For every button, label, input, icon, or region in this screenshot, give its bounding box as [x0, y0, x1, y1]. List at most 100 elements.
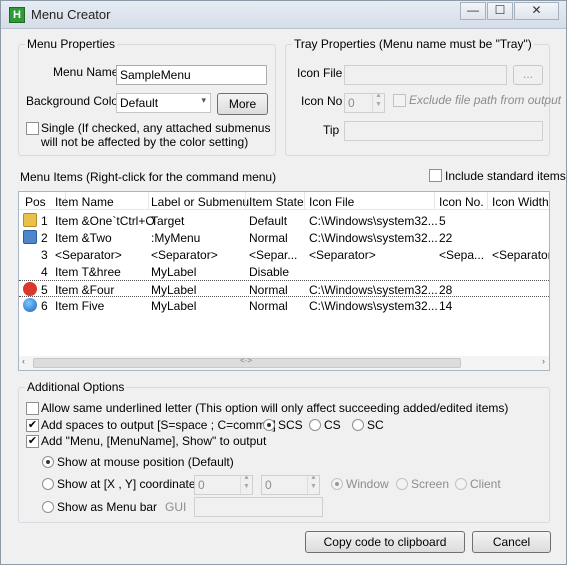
row-pos: 3: [41, 248, 48, 262]
column-pos[interactable]: Pos: [25, 195, 46, 209]
radio-screen[interactable]: [396, 478, 408, 490]
row-file: C:\Windows\system32...: [309, 214, 438, 228]
scroll-grip: <·>: [240, 356, 253, 365]
window-title: Menu Creator: [31, 7, 111, 22]
radio-show-xy[interactable]: [42, 478, 54, 490]
column-icon-file[interactable]: Icon File: [309, 195, 354, 209]
tip-input[interactable]: [344, 121, 543, 141]
spin-down-icon[interactable]: ▼: [375, 101, 382, 108]
icon-no-stepper[interactable]: 0 ▲ ▼: [344, 93, 385, 113]
row-pos: 5: [41, 283, 48, 297]
column-item-name[interactable]: Item Name: [55, 195, 114, 209]
show-xy-label: Show at [X , Y] coordinates: [57, 477, 202, 491]
additional-options-title: Additional Options: [25, 380, 127, 394]
row-name: Item &Four: [55, 283, 115, 297]
table-row[interactable]: 6 Item Five MyLabel Normal C:\Windows\sy…: [19, 297, 549, 314]
gui-input[interactable]: [194, 497, 323, 517]
row-state: Normal: [249, 283, 288, 297]
minimize-button[interactable]: —: [460, 2, 486, 20]
row-label: MyLabel: [151, 265, 197, 279]
add-spaces-checkbox[interactable]: ✔: [26, 419, 39, 432]
x-coordinate-stepper[interactable]: 0 ▲ ▼: [194, 475, 253, 495]
cancel-button[interactable]: Cancel: [472, 531, 551, 553]
radio-sc[interactable]: [352, 419, 364, 431]
row-icon-no: 5: [439, 214, 446, 228]
background-color-value: Default: [120, 96, 159, 110]
radio-client[interactable]: [455, 478, 467, 490]
horizontal-scrollbar[interactable]: ‹ <·> ›: [19, 356, 549, 370]
exclude-path-label: Exclude file path from output: [409, 93, 562, 107]
radio-show-mouse[interactable]: [42, 456, 54, 468]
background-color-label: Background Color: [26, 94, 123, 108]
radio-cs-label: CS: [324, 418, 341, 432]
table-row-selected[interactable]: 5 Item &Four MyLabel Normal C:\Windows\s…: [19, 280, 549, 297]
menu-name-input[interactable]: SampleMenu: [116, 65, 267, 85]
folder-icon: [23, 213, 37, 227]
allow-same-underlined-checkbox[interactable]: [26, 402, 39, 415]
column-icon-width[interactable]: Icon Width: [492, 195, 549, 209]
radio-cs[interactable]: [309, 419, 321, 431]
row-name: <Separator>: [55, 248, 122, 262]
spin-up-icon[interactable]: ▲: [375, 94, 382, 99]
menu-creator-window: H Menu Creator — ☐ ✕ Menu Properties Men…: [0, 0, 567, 565]
spin-down-icon[interactable]: ▼: [243, 483, 250, 490]
table-row[interactable]: 3 <Separator> <Separator> <Separ... <Sep…: [19, 246, 549, 263]
row-icon-no: 22: [439, 231, 453, 245]
scroll-thumb[interactable]: <·>: [33, 356, 461, 368]
table-row[interactable]: 2 Item &Two :MyMenu Normal C:\Windows\sy…: [19, 229, 549, 246]
row-icon-no: 28: [439, 283, 453, 297]
power-icon: [23, 282, 37, 296]
y-coordinate-stepper[interactable]: 0 ▲ ▼: [261, 475, 320, 495]
scroll-left-icon[interactable]: ‹: [22, 356, 25, 366]
maximize-button[interactable]: ☐: [487, 2, 513, 20]
icon-file-input[interactable]: [344, 65, 507, 85]
table-row[interactable]: 1 Item &One`tCtrl+O Target Default C:\Wi…: [19, 212, 549, 229]
radio-window[interactable]: [331, 478, 343, 490]
row-state: Disable: [249, 265, 290, 279]
table-row[interactable]: 4 Item T&hree MyLabel Disable: [19, 263, 549, 280]
row-name: Item Five: [55, 299, 105, 313]
column-label[interactable]: Label or Submenu: [151, 195, 249, 209]
row-file: C:\Windows\system32...: [309, 283, 438, 297]
close-button[interactable]: ✕: [514, 2, 559, 20]
exclude-path-checkbox[interactable]: [393, 94, 406, 107]
row-icon-no: <Sepa...: [439, 248, 485, 262]
menu-items-list[interactable]: Pos Item Name Label or Submenu Item Stat…: [18, 191, 550, 371]
dropdown-arrow-icon: ▾: [201, 95, 206, 105]
tip-label: Tip: [323, 123, 340, 137]
column-item-state[interactable]: Item State: [249, 195, 304, 209]
row-file: C:\Windows\system32...: [309, 231, 438, 245]
radio-scs-label: SCS: [278, 418, 303, 432]
tray-properties-title: Tray Properties (Menu name must be "Tray…: [292, 37, 534, 51]
browse-button[interactable]: ...: [513, 65, 543, 85]
row-label: <Separator>: [151, 248, 218, 262]
row-label: :MyMenu: [151, 231, 201, 245]
add-menu-output-label: Add "Menu, [MenuName], Show" to output: [41, 434, 267, 448]
add-menu-output-checkbox[interactable]: ✔: [26, 435, 39, 448]
row-pos: 4: [41, 265, 48, 279]
show-mouse-label: Show at mouse position (Default): [57, 455, 234, 469]
single-checkbox[interactable]: [26, 122, 39, 135]
spin-down-icon[interactable]: ▼: [310, 483, 317, 490]
radio-screen-label: Screen: [411, 477, 450, 491]
row-label: MyLabel: [151, 299, 197, 313]
add-spaces-label: Add spaces to output [S=space ; C=comma]: [41, 418, 276, 432]
radio-window-label: Window: [346, 477, 389, 491]
icon-no-label: Icon No: [301, 94, 343, 108]
include-standard-checkbox[interactable]: [429, 169, 442, 182]
icon-file-label: Icon File: [297, 66, 343, 80]
radio-show-menubar[interactable]: [42, 501, 54, 513]
column-icon-no[interactable]: Icon No.: [439, 195, 484, 209]
globe-icon: [23, 298, 37, 312]
radio-scs[interactable]: [263, 419, 275, 431]
row-pos: 2: [41, 231, 48, 245]
row-label: Target: [151, 214, 185, 228]
row-name: Item &Two: [55, 231, 112, 245]
copy-code-button[interactable]: Copy code to clipboard: [305, 531, 465, 553]
row-name: Item &One`tCtrl+O: [55, 214, 155, 228]
scroll-right-icon[interactable]: ›: [542, 356, 545, 366]
spin-up-icon[interactable]: ▲: [243, 476, 250, 481]
spin-up-icon[interactable]: ▲: [310, 476, 317, 481]
background-color-select[interactable]: Default ▾: [116, 93, 211, 113]
more-button[interactable]: More: [217, 93, 268, 115]
